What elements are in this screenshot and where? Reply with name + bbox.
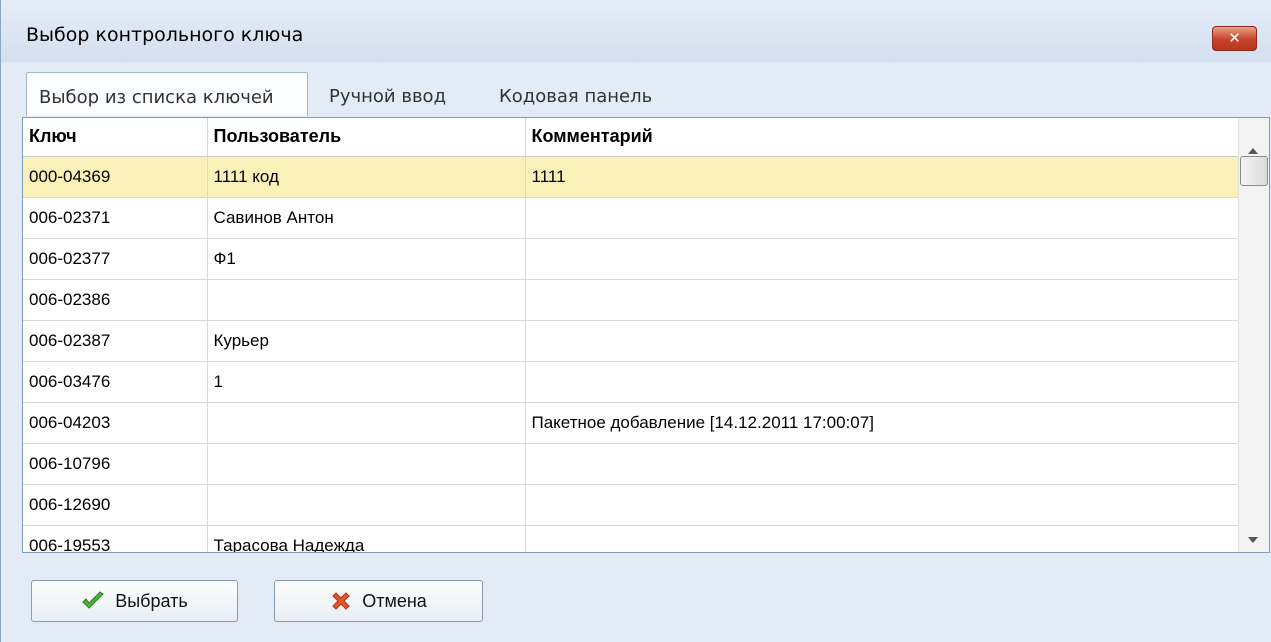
scrollbar-thumb[interactable] [1240, 156, 1268, 186]
cell-comment [525, 484, 1239, 526]
cell-user: 1 [207, 361, 526, 403]
column-header-user[interactable]: Пользователь [207, 118, 526, 157]
column-header-comment[interactable]: Комментарий [525, 118, 1239, 157]
table-row[interactable]: 006-19553 Тарасова Надежда [23, 525, 1239, 552]
tab-code-panel[interactable]: Кодовая панель [499, 72, 652, 116]
cell-comment [525, 443, 1239, 485]
cell-key: 006-02386 [23, 279, 208, 321]
dialog-window: Выбор контрольного ключа ✕ Выбор из спис… [0, 0, 1271, 642]
cross-icon [332, 592, 350, 610]
table-row[interactable]: 006-03476 1 [23, 361, 1239, 403]
window-title: Выбор контрольного ключа [26, 24, 304, 46]
column-header-key[interactable]: Ключ [23, 118, 208, 157]
cell-key: 000-04369 [23, 156, 208, 198]
cell-user: 1111 код [207, 156, 526, 198]
table-row[interactable]: 006-02371 Савинов Антон [23, 197, 1239, 239]
cell-comment [525, 361, 1239, 403]
tab-label: Выбор из списка ключей [39, 87, 274, 108]
cell-key: 006-03476 [23, 361, 208, 403]
tab-label: Ручной ввод [329, 86, 447, 107]
cell-comment: Пакетное добавление [14.12.2011 17:00:07… [525, 402, 1239, 444]
tab-manual-input[interactable]: Ручной ввод [329, 72, 446, 116]
checkmark-icon [82, 591, 105, 609]
cell-comment [525, 320, 1239, 362]
select-button-label: Выбрать [115, 590, 188, 611]
cell-key: 006-02377 [23, 238, 208, 280]
cell-key: 006-02387 [23, 320, 208, 362]
title-bar[interactable]: Выбор контрольного ключа ✕ [1, 0, 1271, 62]
cell-key: 006-12690 [23, 484, 208, 526]
cancel-button[interactable]: Отмена [274, 580, 483, 622]
cell-key: 006-10796 [23, 443, 208, 485]
cell-comment [525, 197, 1239, 239]
cell-user [207, 402, 526, 444]
close-button[interactable]: ✕ [1212, 26, 1257, 51]
cell-user [207, 279, 526, 321]
cell-comment [525, 238, 1239, 280]
cell-user [207, 443, 526, 485]
cancel-button-label: Отмена [362, 590, 427, 611]
cell-key: 006-19553 [23, 525, 208, 552]
cell-comment [525, 525, 1239, 552]
scroll-up-icon[interactable] [1248, 148, 1258, 154]
table-row[interactable]: 006-02377 Ф1 [23, 238, 1239, 280]
cell-user: Курьер [207, 320, 526, 362]
cell-user [207, 484, 526, 526]
tab-key-list[interactable]: Выбор из списка ключей [26, 72, 308, 116]
scroll-down-icon[interactable] [1248, 537, 1258, 543]
cell-comment: 1111 [525, 156, 1239, 198]
cell-user: Савинов Антон [207, 197, 526, 239]
close-icon: ✕ [1228, 29, 1241, 47]
table-row[interactable]: 006-04203 Пакетное добавление [14.12.201… [23, 402, 1239, 444]
keys-grid[interactable]: Ключ Пользователь Комментарий 000-04369 … [22, 117, 1270, 553]
select-button[interactable]: Выбрать [31, 580, 238, 622]
tab-label: Кодовая панель [499, 86, 653, 107]
cell-user: Ф1 [207, 238, 526, 280]
cell-comment [525, 279, 1239, 321]
vertical-scrollbar[interactable] [1238, 118, 1269, 552]
table-row[interactable]: 006-02387 Курьер [23, 320, 1239, 362]
table-row[interactable]: 006-02386 [23, 279, 1239, 321]
table-row[interactable]: 006-10796 [23, 443, 1239, 485]
cell-key: 006-04203 [23, 402, 208, 444]
table-row[interactable]: 000-04369 1111 код 1111 [23, 156, 1239, 198]
cell-user: Тарасова Надежда [207, 525, 526, 552]
cell-key: 006-02371 [23, 197, 208, 239]
table-header: Ключ Пользователь Комментарий [23, 118, 1239, 157]
keys-table: Ключ Пользователь Комментарий 000-04369 … [23, 118, 1239, 552]
table-row[interactable]: 006-12690 [23, 484, 1239, 526]
